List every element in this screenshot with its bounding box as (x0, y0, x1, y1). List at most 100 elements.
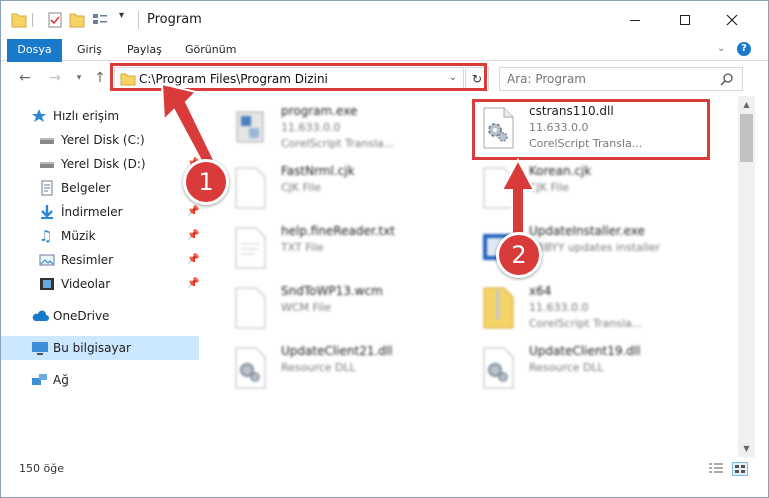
file-item[interactable]: program.exe 11.633.0.0 CorelScript Trans… (227, 102, 475, 154)
sidebar-item-drive-c[interactable]: Yerel Disk (C:) (1, 128, 199, 152)
dll-gear-icon (231, 346, 269, 390)
computer-icon (31, 340, 48, 356)
details-view-icon[interactable] (708, 462, 724, 476)
file-name: Korean.cjk (529, 164, 592, 178)
close-button[interactable] (718, 7, 746, 33)
file-type: TXT File (281, 241, 324, 254)
navigation-pane: Hızlı erişim Yerel Disk (C:) Yerel Disk … (1, 96, 201, 453)
tab-share[interactable]: Paylaş (127, 39, 162, 61)
back-arrow-icon[interactable]: ← (17, 70, 33, 86)
new-folder-icon[interactable] (69, 11, 85, 29)
sidebar-item-videos[interactable]: Videolar 📌 (1, 272, 199, 296)
search-icon[interactable] (720, 72, 734, 86)
sidebar-item-network[interactable]: Ağ (1, 368, 199, 392)
pin-icon[interactable]: 📌 (187, 230, 199, 241)
large-icons-view-icon[interactable] (732, 462, 748, 476)
file-name: x64 (529, 284, 552, 298)
search-box[interactable] (499, 67, 743, 91)
title-bar: ▾ Program (1, 1, 768, 39)
separator-icon (31, 11, 35, 29)
view-options-icon[interactable] (91, 11, 109, 29)
pictures-icon (39, 252, 55, 268)
ribbon-expand-chevron-icon[interactable]: ⌄ (717, 43, 725, 54)
sidebar-item-pictures[interactable]: Resimler 📌 (1, 248, 199, 272)
tab-home[interactable]: Giriş (77, 39, 102, 61)
customize-toolbar-chevron-icon[interactable]: ▾ (119, 10, 124, 28)
sidebar-item-label: Müzik (61, 229, 96, 243)
dll-gear-icon (479, 346, 517, 390)
tab-view[interactable]: Görünüm (185, 39, 236, 61)
file-version: 11.633.0.0 (281, 121, 341, 134)
recent-locations-chevron-icon[interactable]: ▾ (71, 70, 87, 86)
address-highlight-box (110, 63, 487, 91)
sidebar-item-label: OneDrive (53, 309, 110, 323)
file-name: help.fineReader.txt (281, 224, 395, 238)
sidebar-item-label: Belgeler (61, 181, 111, 195)
sidebar-item-label: Hızlı erişim (53, 109, 120, 123)
file-type: Resource DLL (529, 361, 604, 374)
blank-file-icon (479, 166, 517, 210)
network-icon (31, 372, 47, 388)
drive-icon (39, 156, 55, 172)
properties-icon[interactable] (47, 11, 63, 29)
step-2-badge: 2 (496, 232, 542, 278)
file-description: CorelScript Transla... (281, 137, 395, 150)
sidebar-item-label: Bu bilgisayar (53, 341, 131, 355)
star-icon (31, 108, 47, 124)
download-icon (39, 204, 55, 220)
scroll-down-arrow-icon[interactable]: ▼ (738, 442, 755, 456)
sidebar-item-drive-d[interactable]: Yerel Disk (D:) 📌 (1, 152, 199, 176)
close-icon (726, 14, 738, 26)
file-item[interactable]: Korean.cjk CJK File (475, 162, 723, 214)
ribbon-tabs: Dosya Giriş Paylaş Görünüm ⌄ ? (1, 39, 768, 91)
maximize-button[interactable] (671, 7, 699, 33)
sidebar-item-label: İndirmeler (61, 205, 123, 219)
file-name: FastNrml.cjk (281, 164, 355, 178)
search-input[interactable] (507, 71, 707, 87)
file-type: CJK File (529, 181, 570, 194)
file-item[interactable]: UpdateClient21.dll Resource DLL (227, 342, 475, 394)
file-item[interactable]: FastNrml.cjk CJK File (227, 162, 475, 214)
file-item[interactable]: SndToWP13.wcm WCM File (227, 282, 475, 334)
pin-icon[interactable]: 📌 (187, 278, 199, 289)
status-bar: 150 öğe (1, 457, 768, 481)
forward-arrow-icon[interactable]: → (47, 70, 63, 86)
scroll-up-arrow-icon[interactable]: ▲ (738, 98, 755, 112)
help-icon[interactable]: ? (737, 42, 751, 56)
blank-file-icon (231, 166, 269, 210)
drive-icon (39, 132, 55, 148)
file-description: ABBYY updates installer (529, 241, 661, 254)
sidebar-item-documents[interactable]: Belgeler 📌 (1, 176, 199, 200)
cloud-icon (31, 308, 49, 324)
file-name: UpdateClient21.dll (281, 344, 393, 358)
sidebar-item-this-pc[interactable]: Bu bilgisayar (1, 336, 199, 360)
documents-icon (39, 180, 55, 196)
text-file-icon (231, 226, 269, 270)
sidebar-item-downloads[interactable]: İndirmeler 📌 (1, 200, 199, 224)
sidebar-item-onedrive[interactable]: OneDrive (1, 304, 199, 328)
file-type: Resource DLL (281, 361, 356, 374)
pin-icon[interactable]: 📌 (187, 206, 199, 217)
pin-icon[interactable]: 📌 (187, 254, 199, 265)
music-icon: ♫ (39, 227, 53, 245)
file-description: CorelScript Transla... (529, 317, 643, 330)
file-name: UpdateInstaller.exe (529, 224, 645, 238)
minimize-button[interactable] (621, 7, 649, 33)
sidebar-item-music[interactable]: ♫ Müzik 📌 (1, 224, 199, 248)
title-separator (138, 11, 139, 29)
sidebar-item-quick-access[interactable]: Hızlı erişim (1, 104, 199, 128)
video-icon (39, 276, 55, 292)
zip-folder-icon (479, 286, 517, 330)
sidebar-item-label: Yerel Disk (C:) (61, 133, 145, 147)
item-count: 150 öğe (19, 462, 64, 475)
window-title: Program (147, 12, 202, 27)
file-name: program.exe (281, 104, 358, 118)
up-arrow-icon[interactable]: ↑ (92, 70, 108, 86)
scroll-thumb[interactable] (740, 114, 753, 162)
file-item[interactable]: UpdateClient19.dll Resource DLL (475, 342, 723, 394)
file-item[interactable]: help.fineReader.txt TXT File (227, 222, 475, 274)
file-item[interactable]: x64 11.633.0.0 CorelScript Transla... (475, 282, 723, 334)
vertical-scrollbar[interactable]: ▲ ▼ (738, 96, 755, 457)
file-version: 11.633.0.0 (529, 301, 589, 314)
exe-icon (231, 106, 269, 150)
